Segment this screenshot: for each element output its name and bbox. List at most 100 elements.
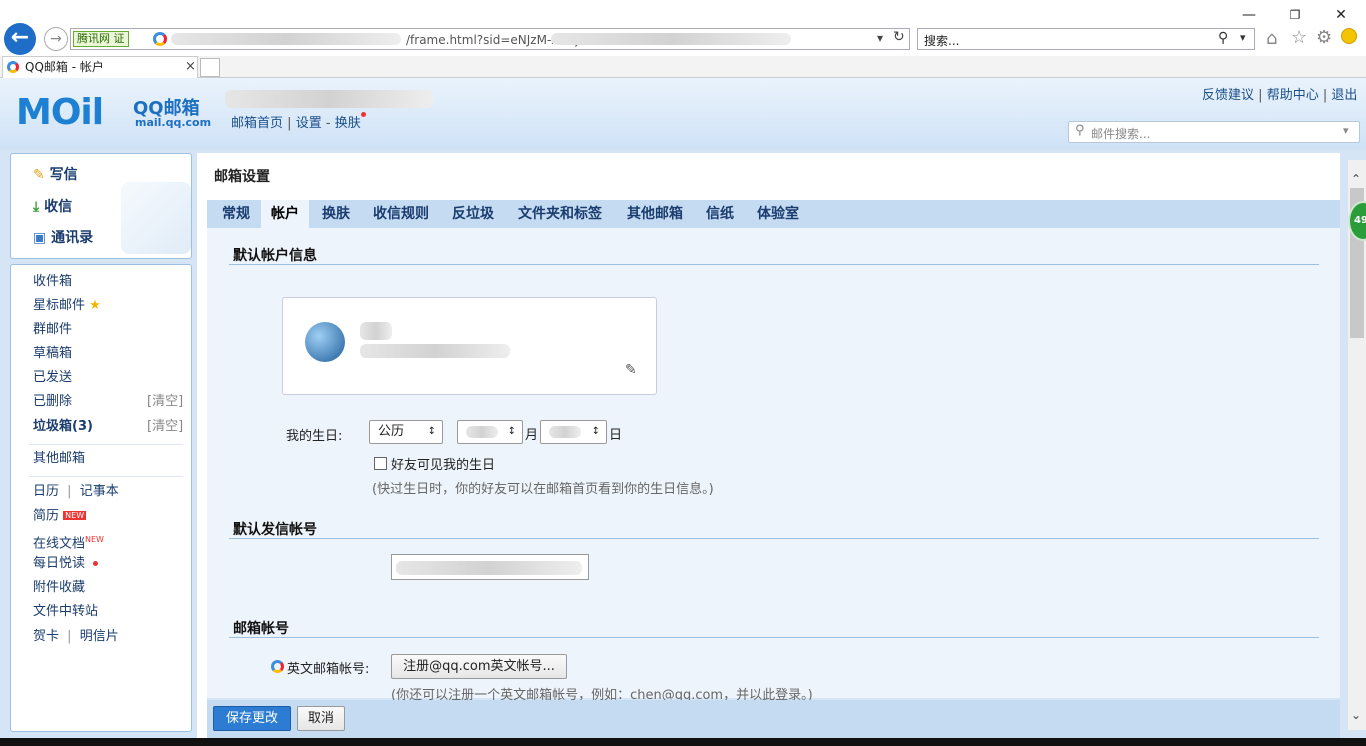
site-badge: 腾讯网 证: [73, 31, 129, 47]
birthday-hint: (快过生日时，你的好友可以在邮箱首页看到你的生日信息。): [372, 482, 714, 497]
folder-other-mail[interactable]: 其他邮箱: [33, 448, 85, 470]
compose-button[interactable]: ✎ 写信: [33, 164, 78, 184]
month-value-redacted: [466, 426, 498, 438]
folder-deleted[interactable]: 已删除: [33, 391, 72, 413]
pencil-icon: ✎: [33, 167, 45, 183]
logout-link[interactable]: 退出: [1331, 88, 1357, 103]
dropdown-icon[interactable]: ▾: [877, 31, 883, 45]
close-icon[interactable]: ✕: [1331, 6, 1351, 24]
download-icon: ⤓: [33, 199, 40, 215]
browser-tab-strip: QQ邮箱 - 帐户 ×: [0, 56, 1366, 78]
save-button[interactable]: 保存更改: [213, 706, 291, 731]
sender-address-redacted: [396, 561, 582, 575]
smiley-icon[interactable]: [1341, 28, 1357, 44]
docs-label: 在线文档: [33, 536, 86, 552]
folder-drafts[interactable]: 草稿箱: [33, 343, 72, 365]
month-select[interactable]: ↕: [457, 420, 523, 444]
deleted-clear-link[interactable]: [清空]: [147, 391, 183, 413]
folder-junk[interactable]: 垃圾箱(3): [33, 416, 93, 438]
scroll-down-icon[interactable]: ⌄: [1351, 708, 1361, 722]
docs-link[interactable]: 在线文档NEW: [33, 529, 104, 551]
scrollbar[interactable]: ⌃ ⌄: [1348, 160, 1366, 730]
tab-folders-labels[interactable]: 文件夹和标签: [508, 200, 612, 228]
postcard-link[interactable]: 明信片: [80, 629, 119, 644]
tab-other-mail[interactable]: 其他邮箱: [617, 200, 693, 228]
transfer-link[interactable]: 文件中转站: [33, 601, 98, 623]
section-default-account: 默认帐户信息: [233, 248, 317, 264]
scroll-up-icon[interactable]: ⌃: [1351, 172, 1361, 186]
tools-row-calendar: 日历 | 记事本: [33, 481, 119, 503]
birthday-label: 我的生日:: [286, 429, 343, 444]
account-card: ✎: [282, 297, 657, 395]
birthday-visible-checkbox[interactable]: [374, 457, 387, 470]
top-separator: |: [1258, 88, 1263, 103]
chevron-down-icon[interactable]: ▾: [1343, 124, 1349, 137]
receive-label: 收信: [44, 199, 73, 215]
avatar[interactable]: [305, 322, 345, 362]
tab-close-icon[interactable]: ×: [185, 57, 196, 77]
section-mail-account: 邮箱帐号: [233, 621, 289, 637]
cancel-button[interactable]: 取消: [297, 706, 345, 731]
register-en-account-button[interactable]: 注册@qq.com英文帐号...: [391, 654, 567, 679]
browser-search-input[interactable]: 搜索... ⚲ ▾: [917, 28, 1255, 50]
address-bar[interactable]: 腾讯网 证 /frame.html?sid=eNJzM-xKNjL6C ▾ ↻: [70, 28, 910, 50]
divider: [29, 476, 183, 477]
default-sender-select[interactable]: [391, 554, 589, 580]
folder-inbox[interactable]: 收件箱: [33, 271, 72, 293]
folder-group[interactable]: 群邮件: [33, 319, 72, 341]
nav-skin-link[interactable]: 换肤: [335, 116, 361, 131]
forward-button[interactable]: →: [44, 27, 68, 51]
tab-skin[interactable]: 换肤: [312, 200, 360, 228]
browser-tab-active[interactable]: QQ邮箱 - 帐户 ×: [2, 56, 198, 78]
tools-row-cards: 贺卡 | 明信片: [33, 626, 119, 648]
section-divider: [229, 538, 1319, 539]
divider: [29, 444, 183, 445]
site-favicon-icon: [153, 32, 167, 46]
top-links: 反馈建议 | 帮助中心 | 退出: [1202, 84, 1357, 103]
receive-button[interactable]: ⤓ 收信: [33, 196, 72, 216]
nav-home-link[interactable]: 邮箱首页: [231, 116, 283, 131]
daily-link[interactable]: 每日悦读: [33, 553, 99, 575]
new-tab-button[interactable]: [200, 58, 220, 77]
tab-lab[interactable]: 体验室: [747, 200, 809, 228]
tab-general[interactable]: 常规: [212, 200, 260, 228]
day-select[interactable]: ↕: [540, 420, 607, 444]
folder-starred[interactable]: 星标邮件 ★: [33, 295, 101, 317]
account-name-redacted: [225, 90, 433, 108]
resume-link[interactable]: 简历 NEW: [33, 505, 87, 527]
restore-icon[interactable]: ❐: [1285, 6, 1305, 24]
feedback-link[interactable]: 反馈建议: [1202, 88, 1254, 103]
home-icon[interactable]: ⌂: [1266, 28, 1277, 49]
top-separator: |: [1322, 88, 1328, 103]
nav-settings-link[interactable]: 设置: [296, 116, 322, 131]
chevron-down-icon[interactable]: ▾: [1240, 31, 1246, 44]
tab-receive-rules[interactable]: 收信规则: [363, 200, 439, 228]
mail-search-input[interactable]: ⚲ 邮件搜索... ▾: [1068, 121, 1360, 143]
tab-anti-spam[interactable]: 反垃圾: [442, 200, 504, 228]
refresh-icon[interactable]: ↻: [893, 29, 905, 45]
attachments-link[interactable]: 附件收藏: [33, 577, 85, 599]
edit-pencil-icon[interactable]: ✎: [625, 362, 637, 378]
section-default-sender: 默认发信帐号: [233, 522, 317, 538]
penguin-decoration: [121, 182, 191, 254]
notebook-link[interactable]: 记事本: [80, 484, 119, 499]
calendar-type-select[interactable]: 公历 ↕: [369, 420, 443, 444]
en-account-label: 英文邮箱帐号:: [287, 662, 370, 677]
folder-sent[interactable]: 已发送: [33, 367, 72, 389]
tab-stationery[interactable]: 信纸: [696, 200, 744, 228]
section-divider: [229, 264, 1319, 265]
calendar-link[interactable]: 日历: [33, 484, 59, 499]
day-value-redacted: [549, 426, 581, 438]
tab-account[interactable]: 帐户: [261, 200, 309, 228]
logo[interactable]: MOil: [16, 92, 104, 133]
search-icon[interactable]: ⚲: [1218, 30, 1228, 46]
minimize-icon[interactable]: —: [1239, 6, 1259, 24]
contacts-button[interactable]: ▣ 通讯录: [33, 227, 93, 247]
junk-clear-link[interactable]: [清空]: [147, 416, 183, 438]
favorites-star-icon[interactable]: ☆: [1291, 27, 1307, 48]
help-link[interactable]: 帮助中心: [1267, 88, 1319, 103]
back-button[interactable]: ←: [4, 23, 36, 55]
cards-link[interactable]: 贺卡: [33, 629, 59, 644]
gear-icon[interactable]: ⚙: [1316, 27, 1332, 48]
birthday-visible-label[interactable]: 好友可见我的生日: [391, 454, 495, 473]
